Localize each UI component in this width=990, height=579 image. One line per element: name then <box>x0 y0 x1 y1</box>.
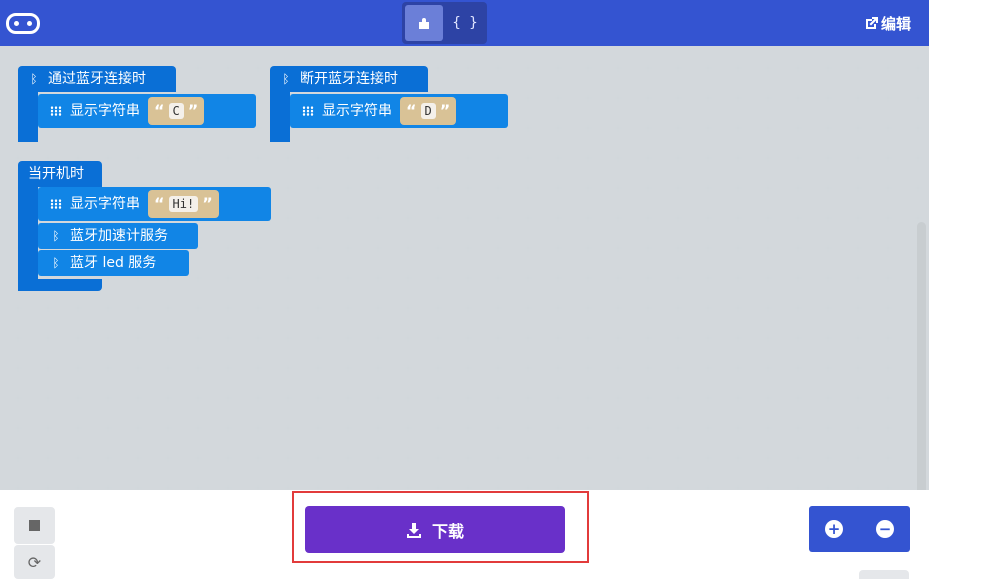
show-string-label: 显示字符串 <box>70 196 140 212</box>
logo-eye-right <box>27 21 32 26</box>
string-input[interactable]: “ Hi! ” <box>148 190 219 218</box>
led-service-label: 蓝牙 led 服务 <box>70 255 157 271</box>
string-value[interactable]: C <box>168 103 184 119</box>
edit-button[interactable]: 编辑 <box>864 13 911 34</box>
bluetooth-icon: ᛒ <box>52 256 60 270</box>
download-button[interactable]: 下载 <box>305 506 565 553</box>
open-quote: “ <box>154 101 165 120</box>
string-value[interactable]: Hi! <box>168 196 199 212</box>
vertical-scrollbar[interactable] <box>917 222 926 490</box>
logo-eye-left <box>14 21 19 26</box>
led-grid-icon <box>302 106 314 116</box>
show-string-label: 显示字符串 <box>322 103 392 119</box>
bluetooth-icon: ᛒ <box>30 72 38 86</box>
led-grid-icon <box>50 199 62 209</box>
zoom-controls: + − <box>809 506 910 552</box>
event-label: 当开机时 <box>28 166 84 182</box>
edit-label: 编辑 <box>880 15 911 33</box>
close-quote: ” <box>202 194 213 213</box>
event-foot <box>18 279 102 291</box>
stop-simulator-button[interactable] <box>14 507 55 544</box>
event-label: 断开蓝牙连接时 <box>300 71 398 87</box>
open-quote: “ <box>154 194 165 213</box>
blocks-workspace[interactable]: ᛒ 通过蓝牙连接时 显示字符串 “ C ” ᛒ 断开蓝牙连接时 显示字符串 “ … <box>0 46 929 490</box>
event-header: ᛒ 通过蓝牙连接时 <box>18 66 176 92</box>
show-string-block[interactable]: 显示字符串 “ C ” <box>38 94 256 128</box>
close-quote: ” <box>187 101 199 120</box>
open-quote: “ <box>406 101 417 120</box>
makecode-editor: { } 编辑 ᛒ 通过蓝牙连接时 显示字符串 “ C ” ᛒ 断开蓝牙连接时 显… <box>0 0 990 579</box>
string-input[interactable]: “ D ” <box>400 97 457 125</box>
download-icon <box>406 522 421 538</box>
stop-icon <box>29 520 40 531</box>
event-body <box>270 92 290 142</box>
show-string-block[interactable]: 显示字符串 “ D ” <box>290 94 508 128</box>
zoom-out-icon[interactable]: − <box>876 520 894 538</box>
event-header: 当开机时 <box>18 161 102 187</box>
microbit-logo-icon[interactable] <box>6 13 40 34</box>
puzzle-icon <box>418 17 429 29</box>
accelerometer-service-label: 蓝牙加速计服务 <box>70 228 168 244</box>
string-value[interactable]: D <box>420 103 436 119</box>
led-grid-icon <box>50 106 62 116</box>
javascript-tab[interactable]: { } <box>446 5 484 41</box>
bluetooth-disconnected-event[interactable]: ᛒ 断开蓝牙连接时 显示字符串 “ D ” <box>270 66 508 142</box>
on-start-event[interactable]: 当开机时 显示字符串 “ Hi! ” ᛒ 蓝牙加速计服务 ᛒ 蓝牙 led 服务 <box>18 161 271 291</box>
editor-toggle: { } <box>402 2 487 44</box>
event-body <box>18 92 38 142</box>
bluetooth-connected-event[interactable]: ᛒ 通过蓝牙连接时 显示字符串 “ C ” <box>18 66 256 142</box>
event-header: ᛒ 断开蓝牙连接时 <box>270 66 428 92</box>
event-body <box>18 187 38 291</box>
string-input[interactable]: “ C ” <box>148 97 205 125</box>
bluetooth-icon: ᛒ <box>282 72 290 86</box>
show-string-block[interactable]: 显示字符串 “ Hi! ” <box>38 187 271 221</box>
blocks-tab[interactable] <box>405 5 443 41</box>
corner-tab[interactable] <box>859 570 909 579</box>
zoom-in-icon[interactable]: + <box>825 520 843 538</box>
bluetooth-icon: ᛒ <box>52 229 60 243</box>
restart-simulator-button[interactable]: ⟳ <box>14 545 55 579</box>
top-menu-bar: { } 编辑 <box>0 0 929 46</box>
external-link-icon <box>865 17 878 29</box>
close-quote: ” <box>439 101 451 120</box>
show-string-label: 显示字符串 <box>70 103 140 119</box>
bluetooth-accelerometer-service-block[interactable]: ᛒ 蓝牙加速计服务 <box>38 223 198 249</box>
restart-icon: ⟳ <box>27 552 42 572</box>
download-label: 下载 <box>431 521 464 541</box>
event-label: 通过蓝牙连接时 <box>48 71 146 87</box>
bluetooth-led-service-block[interactable]: ᛒ 蓝牙 led 服务 <box>38 250 189 276</box>
